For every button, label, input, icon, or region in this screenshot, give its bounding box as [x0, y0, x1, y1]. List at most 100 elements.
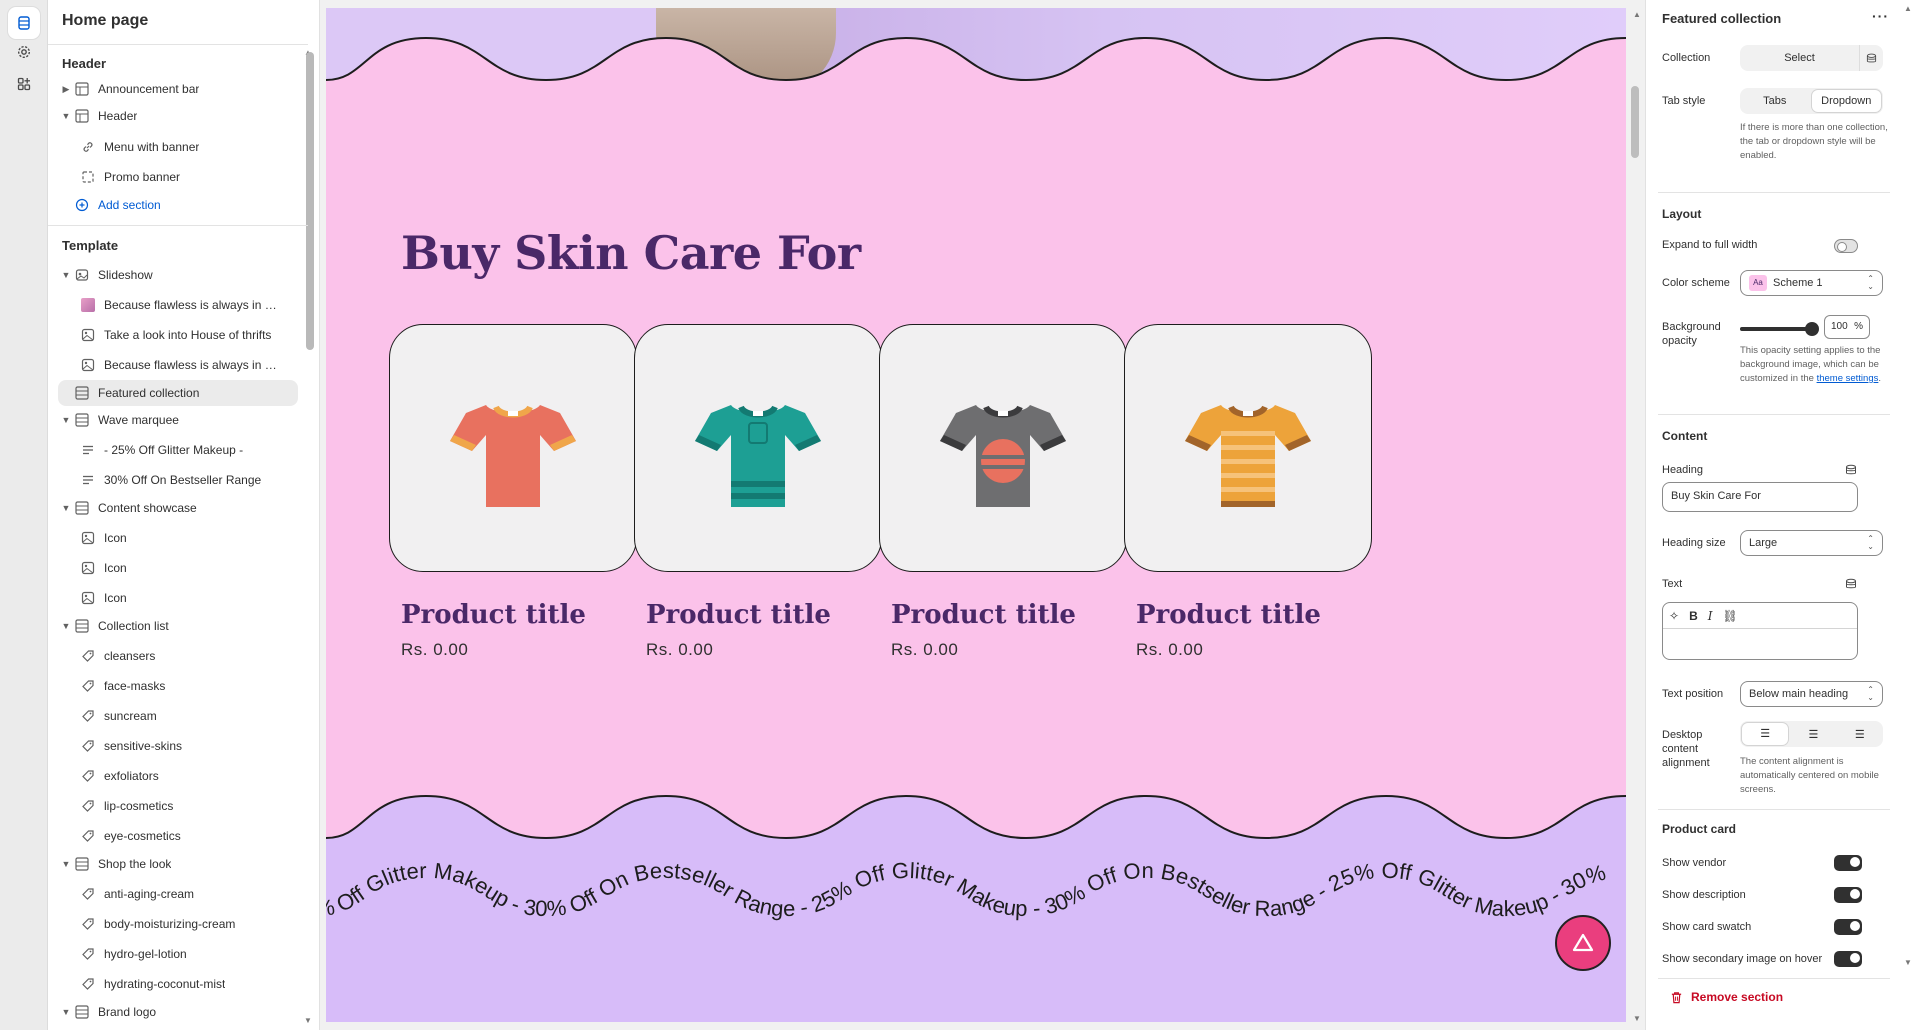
panel-scroll-down-arrow[interactable]: ▼ — [1904, 958, 1912, 967]
template-block[interactable]: Icon — [58, 585, 298, 611]
slider-fill — [1740, 327, 1812, 331]
align-center-icon[interactable]: ☰ — [1790, 728, 1836, 741]
chevron-down-icon[interactable]: ▼ — [58, 621, 74, 631]
block-menu-with-banner[interactable]: Menu with banner — [58, 134, 298, 160]
template-block[interactable]: sensitive-skins — [58, 733, 298, 759]
tab-style-option-tabs[interactable]: Tabs — [1740, 95, 1810, 107]
tab-style-label: Tab style — [1662, 95, 1706, 107]
product-card-image[interactable] — [1124, 324, 1372, 572]
template-section[interactable]: ▼ Shop the look — [58, 851, 298, 877]
heading-size-select[interactable]: Large ⌃ ⌄ — [1740, 530, 1883, 556]
store-preview[interactable]: Buy Skin Care For Product title Product … — [326, 8, 1626, 1022]
template-block[interactable]: Icon — [58, 525, 298, 551]
toggle-switch[interactable] — [1834, 951, 1862, 967]
toggle-switch[interactable] — [1834, 887, 1862, 903]
dynamic-source-icon[interactable] — [1859, 45, 1883, 71]
text-position-select[interactable]: Below main heading ⌃ ⌄ — [1740, 681, 1883, 707]
template-block[interactable]: Because flawless is always in st... — [58, 292, 298, 318]
block-promo-banner[interactable]: Promo banner — [58, 164, 298, 190]
template-block[interactable]: hydro-gel-lotion — [58, 941, 298, 967]
content-heading: Content — [1662, 429, 1708, 443]
chevron-down-icon[interactable]: ▼ — [58, 1007, 74, 1017]
apps-icon[interactable] — [8, 68, 40, 100]
section-announcement-bar[interactable]: ▶ Announcement bar — [58, 76, 298, 102]
chevron-down-icon[interactable]: ▼ — [58, 270, 74, 280]
template-section[interactable]: ▼ Collection list — [58, 613, 298, 639]
template-block[interactable]: face-masks — [58, 673, 298, 699]
template-block[interactable]: cleansers — [58, 643, 298, 669]
template-block[interactable]: exfoliators — [58, 763, 298, 789]
magic-icon[interactable]: ✧ — [1669, 609, 1679, 623]
scroll-to-top-button[interactable] — [1555, 915, 1611, 971]
tab-style-option-dropdown[interactable]: Dropdown — [1811, 90, 1881, 112]
template-block[interactable]: Because flawless is always in st... — [58, 352, 298, 378]
add-section-button[interactable]: Add section — [58, 192, 298, 218]
rich-text-editor[interactable]: ✧ B I ⛓ — [1662, 602, 1858, 660]
tshirt-icon — [1185, 405, 1311, 507]
toggle-switch[interactable] — [1834, 919, 1862, 935]
product-card-heading: Product card — [1662, 822, 1737, 836]
bg-opacity-slider[interactable] — [1740, 322, 1819, 336]
align-left-icon[interactable]: ☰ — [1742, 723, 1789, 745]
product-title[interactable]: Product title — [646, 600, 831, 630]
product-title[interactable]: Product title — [401, 600, 586, 630]
template-item-label: Because flawless is always in st... — [104, 298, 280, 312]
sections-icon[interactable] — [8, 7, 40, 39]
chevron-right-icon[interactable]: ▶ — [58, 84, 74, 95]
chevron-down-icon[interactable]: ▼ — [58, 859, 74, 869]
preview-scrollbar[interactable] — [1631, 86, 1639, 158]
template-block[interactable]: - 25% Off Glitter Makeup - — [58, 437, 298, 463]
italic-icon[interactable]: I — [1708, 609, 1713, 623]
svg-text:% Off Glitter Makeup - 30% Off: % Off Glitter Makeup - 30% Off On Bestse… — [326, 858, 1608, 922]
alignment-segmented: ☰ ☰ ☰ — [1740, 721, 1883, 747]
section-header[interactable]: ▼ Header — [58, 103, 298, 129]
align-right-icon[interactable]: ☰ — [1837, 728, 1883, 741]
color-scheme-select[interactable]: Aa Scheme 1 ⌃ ⌄ — [1740, 270, 1883, 296]
link-icon[interactable]: ⛓ — [1722, 609, 1737, 623]
template-block[interactable]: eye-cosmetics — [58, 823, 298, 849]
product-card-image[interactable] — [634, 324, 882, 572]
more-options-icon[interactable]: ··· — [1872, 8, 1889, 24]
bg-opacity-input[interactable]: 100 % — [1824, 315, 1870, 339]
template-block[interactable]: lip-cosmetics — [58, 793, 298, 819]
product-card-image[interactable] — [389, 324, 637, 572]
dynamic-source-icon[interactable] — [1845, 464, 1857, 476]
bold-icon[interactable]: B — [1689, 609, 1698, 623]
template-section[interactable]: Featured collection — [58, 380, 298, 406]
template-block[interactable]: Icon — [58, 555, 298, 581]
template-block[interactable]: suncream — [58, 703, 298, 729]
template-section[interactable]: ▼ Brand logo — [58, 999, 298, 1025]
template-block[interactable]: anti-aging-cream — [58, 881, 298, 907]
template-block[interactable]: 30% Off On Bestseller Range — [58, 467, 298, 493]
template-block[interactable]: hydrating-coconut-mist — [58, 971, 298, 997]
preview-scroll-up-arrow[interactable]: ▲ — [1633, 10, 1641, 19]
slider-thumb[interactable] — [1805, 322, 1819, 336]
product-card-image[interactable] — [879, 324, 1127, 572]
scroll-down-arrow[interactable]: ▼ — [304, 1016, 312, 1025]
page-title: Home page — [62, 12, 149, 29]
remove-section-button[interactable]: Remove section — [1670, 990, 1783, 1004]
chevron-down-icon[interactable]: ▼ — [58, 111, 74, 121]
product-price: Rs. 0.00 — [1136, 640, 1204, 659]
panel-scroll-up-arrow[interactable]: ▲ — [1904, 4, 1912, 13]
template-section[interactable]: ▼ Wave marquee — [58, 407, 298, 433]
chevron-down-icon[interactable]: ▼ — [58, 503, 74, 513]
sidebar-scrollbar[interactable] — [306, 52, 314, 350]
product-title[interactable]: Product title — [1136, 600, 1321, 630]
dynamic-source-icon[interactable] — [1845, 578, 1857, 590]
toggle-switch[interactable] — [1834, 855, 1862, 871]
section-layout-icon — [74, 1004, 90, 1020]
heading-input[interactable]: Buy Skin Care For — [1662, 482, 1858, 512]
theme-settings-link[interactable]: theme settings — [1817, 373, 1879, 384]
product-price: Rs. 0.00 — [401, 640, 469, 659]
gear-icon[interactable] — [8, 36, 40, 68]
chevron-down-icon[interactable]: ▼ — [58, 415, 74, 425]
template-section[interactable]: ▼ Slideshow — [58, 262, 298, 288]
template-block[interactable]: body-moisturizing-cream — [58, 911, 298, 937]
product-title[interactable]: Product title — [891, 600, 1076, 630]
template-section[interactable]: ▼ Content showcase — [58, 495, 298, 521]
template-block[interactable]: Take a look into House of thrifts — [58, 322, 298, 348]
expand-full-width-toggle[interactable] — [1834, 239, 1858, 253]
preview-scroll-down-arrow[interactable]: ▼ — [1633, 1014, 1641, 1023]
select-collection-button[interactable]: Select — [1740, 52, 1859, 64]
